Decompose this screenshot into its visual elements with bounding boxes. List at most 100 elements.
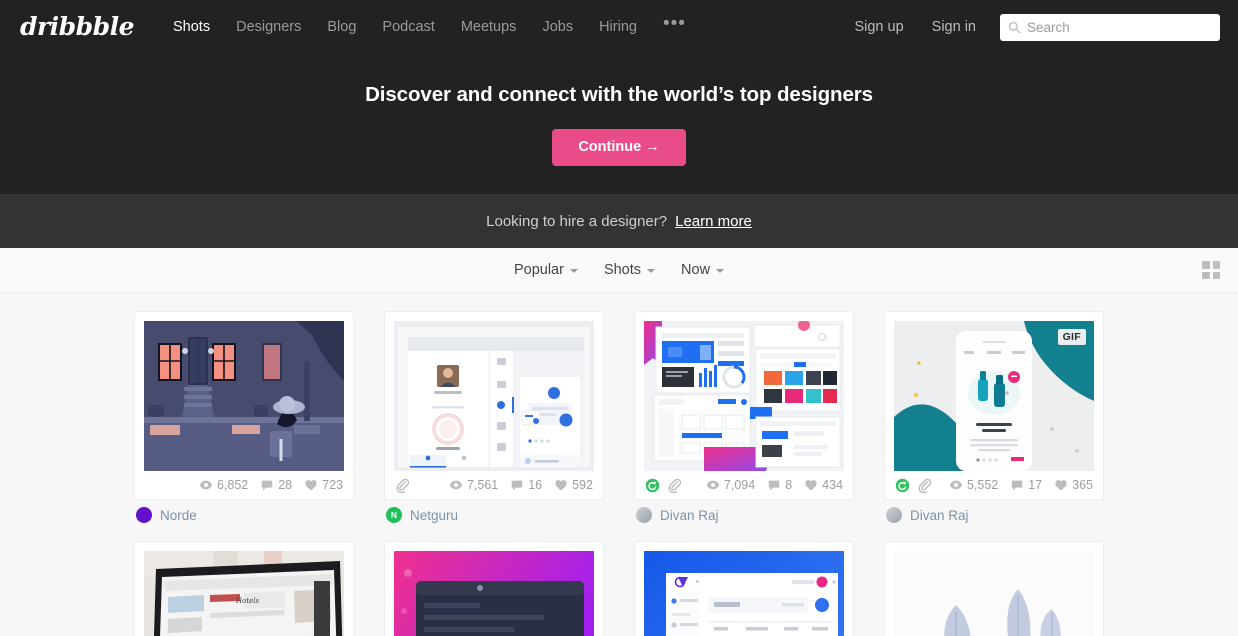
learn-more-link[interactable]: Learn more [675, 213, 752, 230]
filter-shots[interactable]: Shots [604, 262, 656, 278]
rebound-icon [895, 478, 910, 492]
heart-icon [1055, 480, 1067, 491]
shot-card[interactable]: Hotels [134, 541, 354, 636]
hire-prompt-text: Looking to hire a designer? [486, 212, 668, 230]
avatar [636, 507, 652, 523]
shot-thumbnail[interactable]: Hotels [144, 551, 344, 636]
author-name[interactable]: Divan Raj [910, 508, 969, 523]
shot-badges [645, 478, 682, 493]
sign-up-link[interactable]: Sign up [840, 19, 917, 35]
nav-link-hiring[interactable]: Hiring [586, 19, 650, 35]
likes-stat: 434 [804, 478, 843, 492]
shot-author[interactable]: Norde [134, 500, 354, 523]
shot-frame [384, 541, 604, 636]
comments-count: 28 [278, 478, 293, 492]
comment-icon [768, 480, 780, 491]
shot-author[interactable]: N Netguru [384, 500, 604, 523]
shot-frame [884, 541, 1104, 636]
eye-icon [449, 480, 463, 490]
likes-count: 365 [1072, 478, 1093, 492]
hero-title: Discover and connect with the world’s to… [365, 82, 873, 106]
more-menu-icon[interactable]: ••• [650, 14, 699, 33]
shot-badges [395, 478, 410, 493]
grid-cell [1212, 261, 1220, 269]
eye-icon [949, 480, 963, 490]
shot-frame: GIF 5,552 17 365 [884, 311, 1104, 500]
grid-cell [1212, 271, 1220, 279]
nav-link-jobs[interactable]: Jobs [529, 19, 586, 35]
search-icon [1008, 21, 1021, 34]
filter-bar: Popular Shots Now [0, 248, 1238, 293]
hero-banner: Discover and connect with the world’s to… [0, 54, 1238, 194]
shot-card[interactable] [384, 541, 604, 636]
shot-thumbnail[interactable] [894, 551, 1094, 636]
shot-card[interactable]: GIF 5,552 17 365 Divan Raj [884, 311, 1104, 523]
shot-row: 6,852 28 723 Norde 7,561 16 592 N Netgur… [0, 311, 1238, 523]
shot-author[interactable]: Divan Raj [634, 500, 854, 523]
filter-group: Popular Shots Now [514, 262, 725, 278]
nav-link-blog[interactable]: Blog [314, 19, 369, 35]
comments-stat: 8 [767, 478, 792, 492]
views-stat: 5,552 [949, 478, 998, 492]
grid-cell [1202, 261, 1210, 269]
shot-card[interactable]: 7,094 8 434 Divan Raj [634, 311, 854, 523]
author-name[interactable]: Divan Raj [660, 508, 719, 523]
sign-in-link[interactable]: Sign in [918, 19, 990, 35]
svg-text:Hotels: Hotels [235, 597, 260, 605]
comments-count: 17 [1028, 478, 1043, 492]
shot-thumbnail[interactable] [394, 321, 594, 471]
shot-author[interactable]: Divan Raj [884, 500, 1104, 523]
comment-icon [261, 480, 273, 491]
illustration-imac-website: Hotels [144, 551, 344, 636]
filter-now[interactable]: Now [681, 262, 725, 278]
comments-count: 16 [528, 478, 543, 492]
author-name[interactable]: Norde [160, 508, 197, 523]
shot-card[interactable]: 7,561 16 592 N Netguru [384, 311, 604, 523]
views-stat: 7,561 [449, 478, 498, 492]
shot-thumbnail[interactable]: GIF [894, 321, 1094, 471]
gif-badge: GIF [1057, 329, 1086, 345]
likes-stat: 723 [304, 478, 343, 492]
filter-popular[interactable]: Popular [514, 262, 578, 278]
views-count: 6,852 [216, 478, 249, 492]
nav-link-meetups[interactable]: Meetups [448, 19, 530, 35]
illustration-dashboard-ui [394, 321, 594, 471]
heart-icon [805, 480, 817, 491]
author-name[interactable]: Netguru [410, 508, 458, 523]
shot-frame: Hotels [134, 541, 354, 636]
shot-card[interactable]: 6,852 28 723 Norde [134, 311, 354, 523]
filter-popular-label: Popular [513, 262, 564, 278]
illustration-ui-kit-collage [644, 321, 844, 471]
comments-count: 8 [785, 478, 793, 492]
nav-link-shots[interactable]: Shots [160, 19, 223, 35]
shot-card[interactable] [634, 541, 854, 636]
comments-stat: 16 [510, 478, 542, 492]
rebound-icon [645, 478, 660, 492]
search-input[interactable] [1027, 19, 1212, 35]
shot-stats: 5,552 17 365 [894, 471, 1094, 499]
shot-frame: 6,852 28 723 [134, 311, 354, 500]
views-count: 5,552 [966, 478, 999, 492]
likes-stat: 592 [554, 478, 593, 492]
dribbble-logo[interactable]: dribbble [20, 14, 135, 39]
shots-grid: 6,852 28 723 Norde 7,561 16 592 N Netgur… [0, 293, 1238, 636]
shot-thumbnail[interactable] [644, 321, 844, 471]
grid-view-icon[interactable] [1202, 261, 1220, 279]
illustration-neon-dark-ui [394, 551, 594, 636]
attachment-icon [918, 478, 932, 493]
shot-thumbnail[interactable] [644, 551, 844, 636]
likes-count: 434 [822, 478, 843, 492]
comments-stat: 28 [260, 478, 292, 492]
continue-button[interactable]: Continue → [552, 128, 686, 166]
comment-icon [511, 480, 523, 491]
chevron-down-icon [647, 269, 656, 273]
shot-thumbnail[interactable] [394, 551, 594, 636]
nav-link-designers[interactable]: Designers [223, 19, 314, 35]
comment-icon [1011, 480, 1023, 491]
likes-count: 592 [572, 478, 593, 492]
shot-stats: 6,852 28 723 [144, 471, 344, 499]
shot-thumbnail[interactable] [144, 321, 344, 471]
search-box[interactable] [1000, 13, 1220, 41]
nav-link-podcast[interactable]: Podcast [369, 19, 447, 35]
shot-card[interactable] [884, 541, 1104, 636]
